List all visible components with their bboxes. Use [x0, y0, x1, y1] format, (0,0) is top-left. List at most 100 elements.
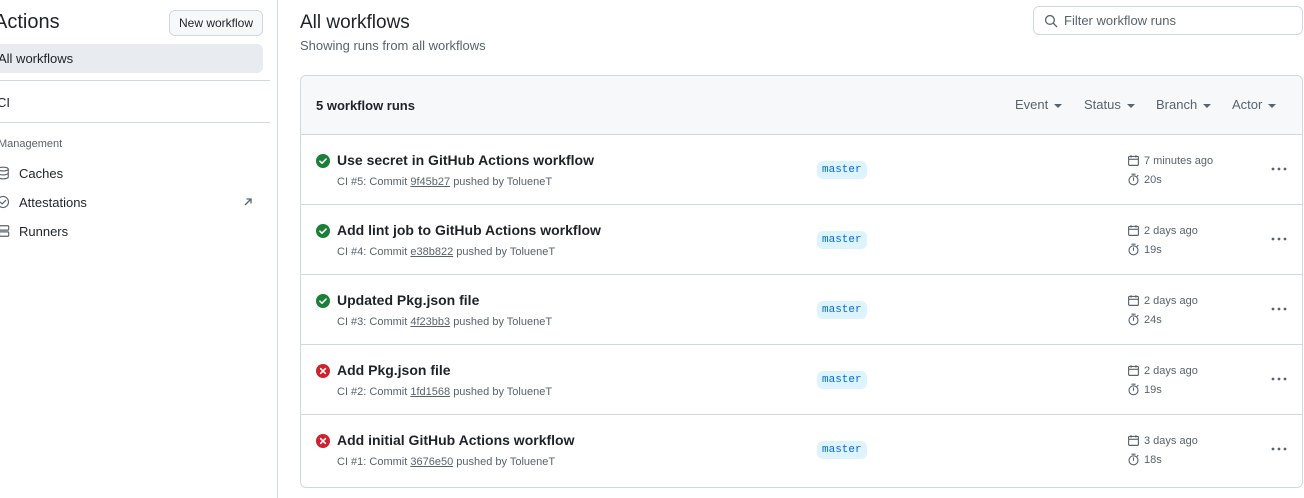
filter-label: Actor — [1232, 97, 1263, 112]
event-filter-button[interactable]: Event — [1015, 97, 1063, 112]
sidebar-divider — [0, 122, 270, 123]
filter-label: Event — [1015, 97, 1049, 112]
run-actor: pushed by TolueneT — [453, 316, 553, 328]
calendar-icon — [1128, 435, 1139, 446]
stopwatch-icon — [1128, 453, 1139, 466]
run-actor: pushed by TolueneT — [456, 456, 556, 468]
filter-label: Status — [1084, 97, 1121, 112]
runs-list-header: 5 workflow runs Event Status Branch Acto… — [301, 76, 1302, 135]
run-title-link[interactable]: Updated Pkg.json file — [337, 292, 479, 308]
actor-filter-button[interactable]: Actor — [1232, 97, 1277, 112]
kebab-horizontal-icon — [1271, 307, 1287, 311]
sidebar-item-attestations[interactable]: Attestations — [0, 192, 87, 212]
run-number: CI #1: Commit — [337, 456, 408, 468]
run-meta: CI #5: Commit 9f45b27 pushed by TolueneT — [337, 176, 552, 188]
branch-label[interactable]: master — [817, 231, 867, 249]
sidebar-item-all-workflows[interactable]: All workflows — [0, 44, 263, 73]
kebab-horizontal-icon — [1271, 377, 1287, 381]
stopwatch-icon — [1128, 383, 1139, 396]
caret-down-icon — [1268, 103, 1277, 108]
sidebar-item-label: Attestations — [19, 194, 87, 210]
run-actor: pushed by TolueneT — [456, 246, 556, 258]
workflow-run-row[interactable]: Add initial GitHub Actions workflow CI #… — [301, 415, 1302, 485]
workflow-runs-list: 5 workflow runs Event Status Branch Acto… — [300, 75, 1303, 488]
page-title: All workflows — [300, 12, 410, 33]
sidebar-divider — [0, 80, 270, 81]
commit-sha-link[interactable]: e38b822 — [410, 246, 453, 258]
run-duration: 24s — [1127, 313, 1162, 326]
page-subtitle: Showing runs from all workflows — [300, 38, 486, 53]
check-circle-icon — [316, 224, 330, 241]
sidebar-item-label: Runners — [19, 223, 69, 239]
sidebar-item-runners[interactable]: Runners — [0, 221, 68, 241]
run-date: 2 days ago — [1127, 294, 1198, 307]
commit-sha-link[interactable]: 3676e50 — [410, 456, 453, 468]
x-circle-icon — [316, 364, 330, 381]
kebab-menu-button[interactable] — [1269, 161, 1289, 177]
external-link-icon — [244, 198, 252, 206]
commit-sha-link[interactable]: 9f45b27 — [410, 176, 450, 188]
run-title-link[interactable]: Add Pkg.json file — [337, 362, 451, 378]
kebab-menu-button[interactable] — [1269, 301, 1289, 317]
management-heading: Management — [0, 138, 63, 150]
stopwatch-icon — [1128, 243, 1139, 256]
branch-label[interactable]: master — [817, 441, 867, 459]
branch-filter-button[interactable]: Branch — [1156, 97, 1212, 112]
run-meta: CI #1: Commit 3676e50 pushed by TolueneT — [337, 456, 555, 468]
run-number: CI #4: Commit — [337, 246, 408, 258]
commit-sha-link[interactable]: 4f23bb3 — [410, 316, 450, 328]
kebab-menu-button[interactable] — [1269, 441, 1289, 457]
run-date: 2 days ago — [1127, 364, 1198, 377]
workflow-run-row[interactable]: Updated Pkg.json file CI #3: Commit 4f23… — [301, 275, 1302, 345]
run-actor: pushed by TolueneT — [453, 176, 553, 188]
branch-label[interactable]: master — [817, 301, 867, 319]
run-title-link[interactable]: Add lint job to GitHub Actions workflow — [337, 222, 601, 238]
run-title-link[interactable]: Add initial GitHub Actions workflow — [337, 432, 574, 448]
search-icon — [1044, 14, 1058, 27]
x-circle-icon — [316, 434, 330, 451]
server-icon — [0, 225, 10, 237]
sidebar-item-ci[interactable]: CI — [0, 95, 10, 110]
run-date: 2 days ago — [1127, 224, 1198, 237]
sidebar-title: Actions — [0, 11, 60, 33]
kebab-menu-button[interactable] — [1269, 371, 1289, 387]
calendar-icon — [1128, 155, 1139, 166]
run-duration: 19s — [1127, 383, 1162, 396]
caret-down-icon — [1203, 103, 1212, 108]
stopwatch-icon — [1128, 173, 1139, 186]
run-meta: CI #2: Commit 1fd1568 pushed by TolueneT — [337, 386, 552, 398]
verified-icon — [0, 195, 10, 209]
workflow-run-row[interactable]: Add lint job to GitHub Actions workflow … — [301, 205, 1302, 275]
branch-label[interactable]: master — [817, 161, 867, 179]
new-workflow-button[interactable]: New workflow — [169, 10, 263, 36]
calendar-icon — [1128, 295, 1139, 306]
sidebar: Actions New workflow All workflows CI Ma… — [0, 0, 278, 498]
run-meta: CI #3: Commit 4f23bb3 pushed by TolueneT — [337, 316, 552, 328]
run-number: CI #5: Commit — [337, 176, 408, 188]
filter-runs-input[interactable] — [1064, 13, 1284, 28]
workflow-run-row[interactable]: Use secret in GitHub Actions workflow CI… — [301, 135, 1302, 205]
stopwatch-icon — [1128, 313, 1139, 326]
run-date: 3 days ago — [1127, 434, 1198, 447]
run-duration: 20s — [1127, 173, 1162, 186]
check-circle-icon — [316, 154, 330, 171]
commit-sha-link[interactable]: 1fd1568 — [410, 386, 450, 398]
kebab-horizontal-icon — [1271, 167, 1287, 171]
sidebar-item-caches[interactable]: Caches — [0, 163, 63, 183]
workflow-run-row[interactable]: Add Pkg.json file CI #2: Commit 1fd1568 … — [301, 345, 1302, 415]
sidebar-item-label: All workflows — [0, 51, 74, 66]
run-actor: pushed by TolueneT — [453, 386, 553, 398]
sidebar-item-label: Caches — [19, 165, 64, 181]
caret-down-icon — [1126, 103, 1135, 108]
kebab-menu-button[interactable] — [1269, 231, 1289, 247]
run-title-link[interactable]: Use secret in GitHub Actions workflow — [337, 152, 594, 168]
branch-label[interactable]: master — [817, 371, 867, 389]
run-date: 7 minutes ago — [1127, 154, 1213, 167]
calendar-icon — [1128, 225, 1139, 236]
run-number: CI #3: Commit — [337, 316, 408, 328]
run-meta: CI #4: Commit e38b822 pushed by TolueneT — [337, 246, 555, 258]
filter-runs-search[interactable] — [1033, 6, 1303, 35]
calendar-icon — [1128, 365, 1139, 376]
kebab-horizontal-icon — [1271, 447, 1287, 451]
status-filter-button[interactable]: Status — [1084, 97, 1135, 112]
